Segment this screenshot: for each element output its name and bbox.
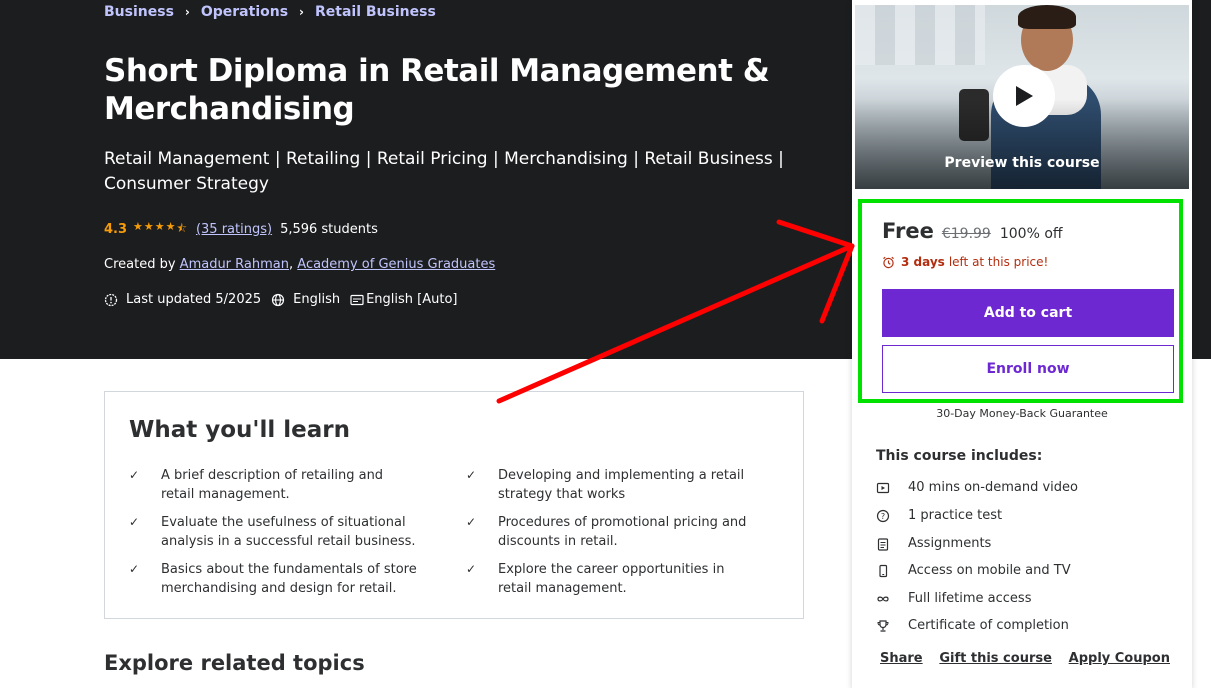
- svg-text:?: ?: [881, 512, 885, 521]
- breadcrumb-business[interactable]: Business: [104, 4, 174, 20]
- language: English: [271, 292, 340, 307]
- enroll-now-button[interactable]: Enroll now: [882, 345, 1174, 393]
- includes-title: This course includes:: [876, 448, 1043, 464]
- learn-title: What you'll learn: [129, 417, 350, 443]
- breadcrumb: Business › Operations › Retail Business: [104, 4, 436, 20]
- learn-item: ✓ Developing and implementing a retail s…: [466, 466, 756, 504]
- learn-item: ✓ Basics about the fundamentals of store…: [129, 560, 419, 598]
- alarm-clock-icon: [883, 256, 894, 268]
- include-item: Certificate of completion: [876, 618, 1069, 633]
- check-icon: ✓: [466, 468, 477, 482]
- learn-item: ✓ A brief description of retailing and r…: [129, 466, 419, 504]
- mobile-icon: [879, 564, 888, 577]
- star-icon: ★: [154, 220, 165, 233]
- course-title: Short Diploma in Retail Management & Mer…: [104, 53, 770, 127]
- learn-item-text: Developing and implementing a retail str…: [498, 468, 745, 502]
- created-by: Created by Amadur Rahman, Academy of Gen…: [104, 257, 495, 272]
- captions-icon: [350, 294, 364, 305]
- last-updated-text: Last updated 5/2025: [126, 292, 262, 307]
- include-item: 40 mins on-demand video: [876, 480, 1078, 495]
- countdown-days: 3 days: [901, 255, 945, 269]
- video-icon: [876, 482, 890, 493]
- infinity-icon: [877, 596, 889, 601]
- learn-item-text: Basics about the fundamentals of store m…: [161, 562, 417, 596]
- rating-value: 4.3: [104, 222, 128, 237]
- assignment-icon: [877, 537, 889, 551]
- learn-item-text: Evaluate the usefulness of situational a…: [161, 515, 416, 549]
- share-link[interactable]: Share: [880, 651, 923, 666]
- include-item-text: 1 practice test: [908, 508, 1003, 523]
- learn-item: ✓ Explore the career opportunities in re…: [466, 560, 756, 598]
- include-item: Assignments: [876, 536, 991, 551]
- learn-item-text: A brief description of retailing and ret…: [161, 468, 384, 502]
- preview-background: [855, 5, 985, 65]
- price-row: Free €19.99 100% off: [882, 219, 1063, 243]
- preview-label: Preview this course: [944, 155, 1100, 171]
- ratings-count-link[interactable]: (35 ratings): [196, 222, 272, 237]
- include-item-text: Certificate of completion: [908, 618, 1069, 633]
- pricing-highlight-box: Free €19.99 100% off 3 days left at this…: [858, 199, 1183, 403]
- students-count: 5,596 students: [280, 222, 378, 237]
- course-preview[interactable]: Preview this course: [855, 5, 1189, 189]
- price-countdown: 3 days left at this price!: [882, 255, 1048, 269]
- include-item: Access on mobile and TV: [876, 563, 1071, 578]
- play-icon: [1016, 86, 1033, 106]
- language-text: English: [293, 292, 341, 307]
- course-meta: Last updated 5/2025 English English [Aut…: [104, 292, 468, 307]
- check-icon: ✓: [129, 562, 140, 576]
- breadcrumb-operations[interactable]: Operations: [201, 4, 288, 20]
- purchase-sidebar: Preview this course Free €19.99 100% off…: [852, 0, 1192, 688]
- include-item-text: Full lifetime access: [908, 591, 1032, 606]
- star-rating: ★ ★ ★ ★ ⯪: [133, 220, 188, 239]
- chevron-right-icon: ›: [299, 5, 304, 19]
- learn-item: ✓ Procedures of promotional pricing and …: [466, 513, 756, 551]
- alert-badge-icon: [104, 293, 118, 306]
- created-by-label: Created by: [104, 257, 176, 272]
- include-item-text: 40 mins on-demand video: [908, 480, 1078, 495]
- rating-row: 4.3 ★ ★ ★ ★ ⯪ (35 ratings) 5,596 student…: [104, 220, 378, 239]
- check-icon: ✓: [466, 562, 477, 576]
- learn-item-text: Explore the career opportunities in reta…: [498, 562, 725, 596]
- globe-icon: [272, 293, 285, 306]
- check-icon: ✓: [466, 515, 477, 529]
- check-icon: ✓: [129, 468, 140, 482]
- trophy-icon: [877, 619, 889, 632]
- money-back-guarantee: 30-Day Money-Back Guarantee: [936, 407, 1108, 420]
- sidebar-links: Share Gift this course Apply Coupon: [880, 651, 1170, 666]
- gift-course-link[interactable]: Gift this course: [939, 651, 1052, 666]
- include-item-text: Assignments: [908, 536, 992, 551]
- check-icon: ✓: [129, 515, 140, 529]
- last-updated: Last updated 5/2025: [104, 292, 261, 307]
- captions: English [Auto]: [350, 292, 458, 307]
- breadcrumb-retail-business[interactable]: Retail Business: [315, 4, 436, 20]
- chevron-right-icon: ›: [184, 5, 190, 19]
- include-item: ? 1 practice test: [876, 508, 1002, 523]
- author-link-academy-of-genius-graduates[interactable]: Academy of Genius Graduates: [297, 257, 495, 272]
- question-icon: ?: [876, 509, 890, 522]
- captions-text: English [Auto]: [366, 292, 458, 307]
- learn-item: ✓ Evaluate the usefulness of situational…: [129, 513, 419, 551]
- add-to-cart-button[interactable]: Add to cart: [882, 289, 1174, 337]
- learn-item-text: Procedures of promotional pricing and di…: [498, 515, 747, 549]
- star-icon: ★: [133, 220, 143, 233]
- what-youll-learn: What you'll learn ✓ A brief description …: [104, 391, 804, 619]
- discount-percent: 100% off: [999, 226, 1063, 242]
- half-star-icon: ⯪: [176, 222, 187, 235]
- include-item: Full lifetime access: [876, 591, 1031, 606]
- countdown-text: left at this price!: [948, 255, 1049, 269]
- preview-image-hair: [1018, 5, 1076, 29]
- apply-coupon-link[interactable]: Apply Coupon: [1069, 651, 1170, 666]
- original-price: €19.99: [941, 226, 991, 242]
- include-item-text: Access on mobile and TV: [908, 563, 1071, 578]
- star-icon: ★: [143, 220, 154, 233]
- author-separator: ,: [289, 257, 294, 272]
- related-topics-title: Explore related topics: [104, 651, 365, 675]
- author-link-amadur-rahman[interactable]: Amadur Rahman: [180, 257, 289, 272]
- current-price: Free: [882, 219, 934, 243]
- star-icon: ★: [165, 220, 176, 233]
- play-button[interactable]: [993, 65, 1055, 127]
- course-subtitle: Retail Management | Retailing | Retail P…: [104, 149, 784, 194]
